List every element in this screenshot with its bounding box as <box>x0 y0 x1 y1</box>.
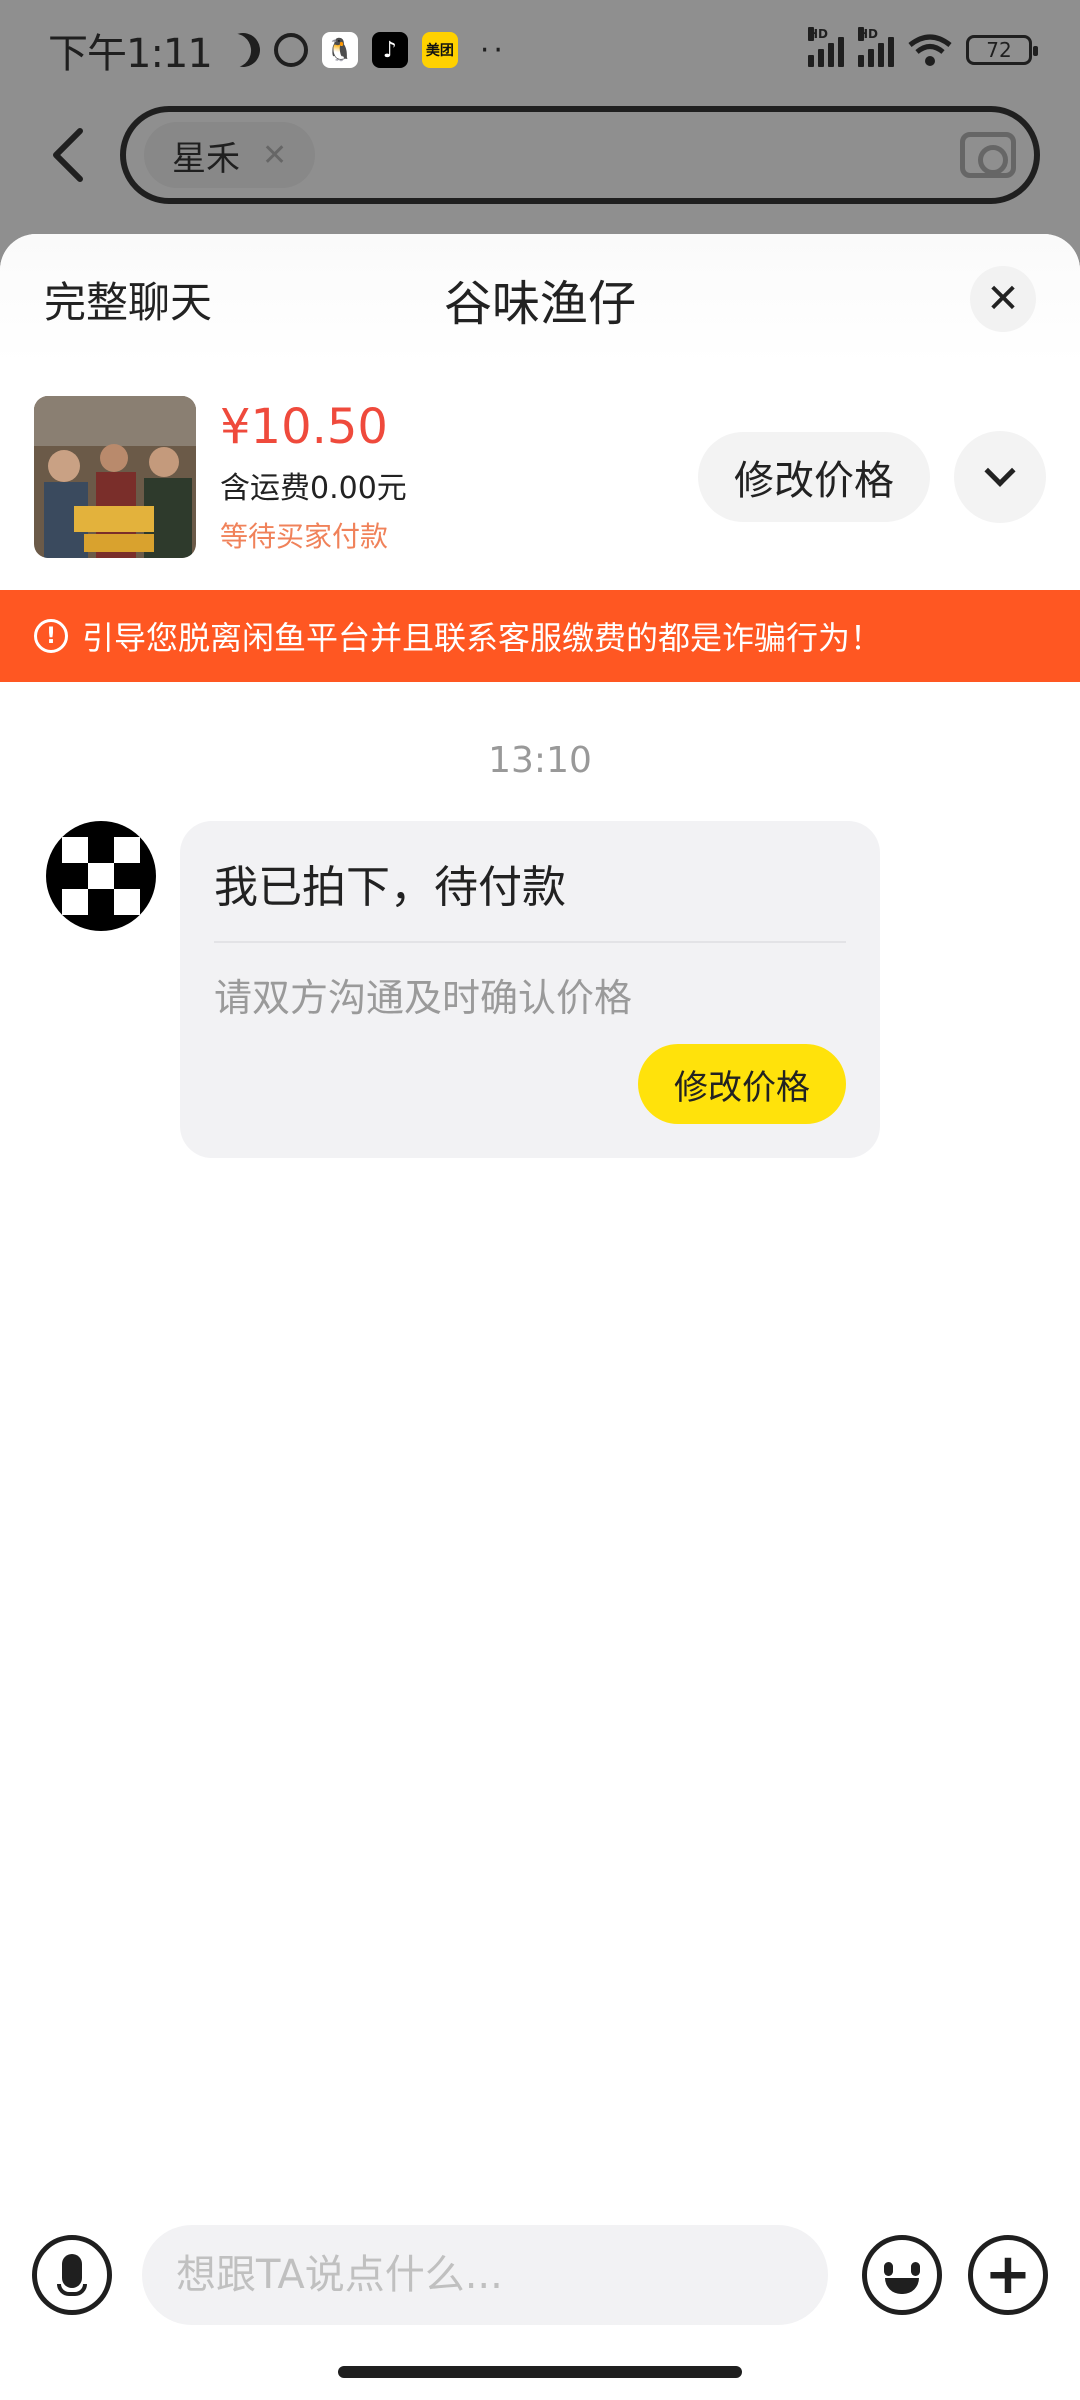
more-button[interactable]: + <box>968 2235 1048 2315</box>
search-chip[interactable]: 星禾 ✕ <box>144 122 316 188</box>
moon-icon <box>220 27 266 73</box>
back-button[interactable] <box>28 115 108 195</box>
chevron-down-icon <box>984 455 1016 487</box>
signal-icon-2: HD <box>858 27 894 67</box>
search-header: 星禾 ✕ <box>0 100 1080 210</box>
microphone-icon <box>62 2254 82 2288</box>
chat-input-bar: + <box>0 2220 1080 2330</box>
emoji-button[interactable] <box>862 2235 942 2315</box>
sheet-header: 完整聊天 谷味渔仔 ✕ <box>0 234 1080 364</box>
signal-icon: HD <box>808 27 844 67</box>
home-indicator[interactable] <box>338 2366 742 2378</box>
full-chat-link[interactable]: 完整聊天 <box>44 269 212 330</box>
wifi-icon <box>908 34 952 66</box>
status-bar: 下午1:11 🐧 ♪ 美团 ·· HD HD 72 <box>0 0 1080 100</box>
message-timestamp: 13:10 <box>488 740 592 781</box>
status-system-icons: HD HD 72 <box>808 27 1038 67</box>
more-dots-icon: ·· <box>479 32 507 68</box>
search-box[interactable]: 星禾 ✕ <box>120 106 1040 204</box>
chat-sheet: 完整聊天 谷味渔仔 ✕ ¥10.50 含运费0.00元 等待买家付款 修改价格 … <box>0 234 1080 2400</box>
message-title: 我已拍下，待付款 <box>214 851 846 943</box>
chip-close-icon[interactable]: ✕ <box>262 138 287 173</box>
expand-button[interactable] <box>954 431 1046 523</box>
message-modify-price-button[interactable]: 修改价格 <box>638 1044 846 1124</box>
status-time: 下午1:11 <box>48 31 213 77</box>
message-row: 我已拍下，待付款 请双方沟通及时确认价格 修改价格 <box>0 821 1080 1158</box>
battery-icon: 72 <box>966 35 1038 65</box>
qq-icon: 🐧 <box>321 32 358 68</box>
tiktok-icon: ♪ <box>371 32 408 68</box>
product-shipping: 含运费0.00元 <box>220 471 407 506</box>
camera-icon[interactable] <box>960 132 1016 178</box>
close-icon: ✕ <box>986 276 1020 322</box>
warning-icon: ! <box>34 619 68 653</box>
voice-button[interactable] <box>32 2235 112 2315</box>
product-thumbnail[interactable] <box>34 396 196 558</box>
battery-level: 72 <box>986 38 1012 62</box>
close-button[interactable]: ✕ <box>970 266 1036 332</box>
order-status: 等待买家付款 <box>220 520 389 553</box>
avatar[interactable] <box>46 821 156 931</box>
order-message-card: 我已拍下，待付款 请双方沟通及时确认价格 修改价格 <box>180 821 880 1158</box>
status-notification-icons: 🐧 ♪ 美团 ·· <box>226 32 507 68</box>
plus-icon: + <box>984 2242 1032 2307</box>
message-subtitle: 请双方沟通及时确认价格 <box>214 976 633 1020</box>
product-card[interactable]: ¥10.50 含运费0.00元 等待买家付款 修改价格 <box>0 364 1080 590</box>
emoji-icon <box>884 2262 920 2276</box>
message-input-container[interactable] <box>142 2225 828 2325</box>
modify-price-button[interactable]: 修改价格 <box>698 432 930 522</box>
search-chip-label: 星禾 <box>172 138 240 179</box>
product-price: ¥10.50 <box>220 399 388 455</box>
alarm-icon <box>273 33 308 67</box>
message-input[interactable] <box>176 2252 794 2298</box>
chevron-left-icon <box>53 128 83 182</box>
meituan-icon: 美团 <box>421 32 458 68</box>
warning-text: 引导您脱离闲鱼平台并且联系客服缴费的都是诈骗行为！ <box>82 619 883 657</box>
product-info: ¥10.50 含运费0.00元 等待买家付款 <box>220 399 407 555</box>
fraud-warning-banner: ! 引导您脱离闲鱼平台并且联系客服缴费的都是诈骗行为！ <box>0 590 1080 682</box>
